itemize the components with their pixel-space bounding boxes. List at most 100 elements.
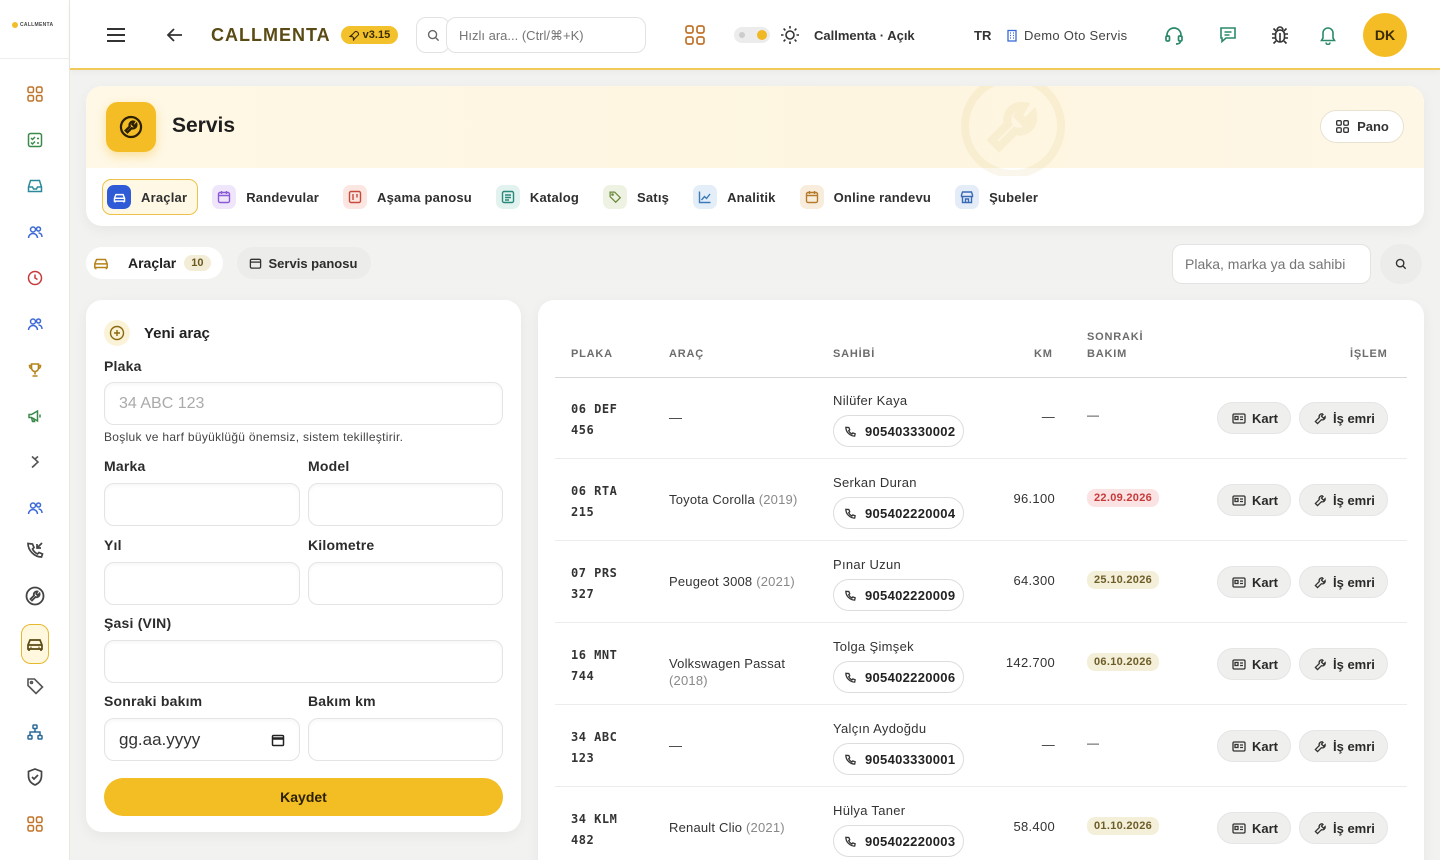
phone-icon bbox=[845, 672, 856, 683]
theme-switch[interactable] bbox=[734, 27, 770, 43]
bell-icon bbox=[1320, 27, 1336, 45]
rail-item-users[interactable] bbox=[22, 219, 48, 245]
company-switcher[interactable]: Demo Oto Servis bbox=[1006, 0, 1127, 70]
model-input[interactable] bbox=[308, 483, 503, 526]
tab-vehicles[interactable]: Araçlar bbox=[102, 179, 199, 215]
service-km-input[interactable] bbox=[308, 718, 503, 761]
rail-item-campaigns[interactable] bbox=[22, 403, 48, 429]
rail-item-calls[interactable] bbox=[22, 537, 48, 563]
owner-name[interactable]: Tolga Şimşek bbox=[833, 639, 914, 654]
owner-name[interactable]: Nilüfer Kaya bbox=[833, 393, 907, 408]
plate-input[interactable]: 34 ABC 123 bbox=[104, 382, 503, 425]
tab-branches[interactable]: Şubeler bbox=[951, 179, 1048, 215]
theme-toggle[interactable] bbox=[734, 0, 770, 70]
rail-item-security[interactable] bbox=[22, 764, 48, 790]
card-button[interactable]: Kart bbox=[1217, 730, 1292, 762]
apps-launcher-button[interactable] bbox=[684, 0, 706, 70]
calendar-icon[interactable] bbox=[271, 733, 285, 747]
calendar-icon bbox=[212, 185, 237, 209]
vehicles-chip[interactable]: Araçlar 10 bbox=[86, 247, 223, 279]
user-avatar[interactable]: DK bbox=[1363, 13, 1407, 57]
next-service-date-input[interactable]: gg.aa.yyyy bbox=[104, 718, 300, 761]
arrow-left-icon bbox=[166, 28, 182, 42]
work-order-button[interactable]: İş emri bbox=[1299, 402, 1388, 434]
rail-item-apps[interactable] bbox=[22, 811, 48, 837]
card-button[interactable]: Kart bbox=[1217, 812, 1292, 844]
rail-item-pricing[interactable] bbox=[22, 673, 48, 699]
phone-chip[interactable]: 905403330002 bbox=[833, 415, 965, 447]
work-order-button[interactable]: İş emri bbox=[1299, 484, 1388, 516]
new-vehicle-form: Yeni araç Plaka 34 ABC 123 Boşluk ve har… bbox=[86, 300, 521, 832]
phone-chip[interactable]: 905402220003 bbox=[833, 825, 965, 857]
work-order-button[interactable]: İş emri bbox=[1299, 730, 1388, 762]
table-row[interactable]: 07 PRS 327 Peugeot 3008 (2021) Pınar Uzu… bbox=[555, 541, 1407, 623]
phone-chip[interactable]: 905402220004 bbox=[833, 497, 965, 529]
work-order-button[interactable]: İş emri bbox=[1299, 812, 1388, 844]
menu-button[interactable] bbox=[106, 0, 126, 70]
back-button[interactable] bbox=[166, 0, 184, 70]
wrench-icon bbox=[1314, 412, 1326, 425]
service-board-button[interactable]: Servis panosu bbox=[236, 247, 372, 279]
table-row[interactable]: 16 MNT 744 Volkswagen Passat (2018) Tolg… bbox=[555, 623, 1407, 705]
owner-name[interactable]: Hülya Taner bbox=[833, 803, 905, 818]
rail-logo[interactable]: CALLMENTA bbox=[12, 22, 53, 28]
notifications-button[interactable] bbox=[1319, 0, 1337, 70]
brand[interactable]: CALLMENTA v3.15 bbox=[211, 0, 399, 70]
search-icon bbox=[1395, 258, 1407, 270]
work-order-button[interactable]: İş emri bbox=[1299, 648, 1388, 680]
rail-item-service[interactable] bbox=[22, 583, 48, 609]
rail-item-contacts[interactable] bbox=[22, 495, 48, 521]
save-button[interactable]: Kaydet bbox=[104, 778, 503, 816]
vin-input[interactable] bbox=[104, 640, 503, 683]
pano-button[interactable]: Pano bbox=[1320, 110, 1404, 143]
phone-chip[interactable]: 905402220006 bbox=[833, 661, 965, 693]
tab-analytics[interactable]: Analitik bbox=[689, 179, 786, 215]
messages-button[interactable] bbox=[1218, 0, 1238, 70]
status-indicator[interactable]: Callmenta · Açık bbox=[814, 0, 915, 70]
quick-search-input[interactable] bbox=[446, 17, 646, 53]
table-row[interactable]: 34 ABC 123 — Yalçın Aydoğdu 905403330001… bbox=[555, 705, 1407, 787]
rail-item-vehicles[interactable] bbox=[21, 624, 49, 664]
support-button[interactable] bbox=[1163, 0, 1185, 70]
next-service-badge: 06.10.2026 bbox=[1087, 653, 1160, 671]
tab-online-appointment[interactable]: Online randevu bbox=[796, 179, 941, 215]
owner-name[interactable]: Yalçın Aydoğdu bbox=[833, 721, 926, 736]
rail-item-org[interactable] bbox=[22, 719, 48, 745]
rail-item-dashboard[interactable] bbox=[22, 81, 48, 107]
tab-catalog[interactable]: Katalog bbox=[492, 179, 589, 215]
wrench-icon bbox=[119, 115, 143, 139]
work-order-button[interactable]: İş emri bbox=[1299, 566, 1388, 598]
phone-chip[interactable]: 905403330001 bbox=[833, 743, 965, 775]
card-button[interactable]: Kart bbox=[1217, 484, 1292, 516]
language-switcher[interactable]: TR bbox=[974, 0, 991, 70]
rail-item-inbox[interactable] bbox=[22, 173, 48, 199]
rail-item-history[interactable] bbox=[22, 265, 48, 291]
table-row[interactable]: 06 RTA 215 Toyota Corolla (2019) Serkan … bbox=[555, 459, 1407, 541]
bug-report-button[interactable] bbox=[1269, 0, 1291, 70]
column-header-owner: SAHİBİ bbox=[833, 348, 876, 360]
vehicle-search-button[interactable] bbox=[1380, 244, 1422, 284]
plate-cell: 34 KLM 482 bbox=[571, 812, 618, 847]
rail-item-integrations[interactable] bbox=[22, 449, 48, 475]
year-input[interactable] bbox=[104, 562, 300, 605]
phone-chip[interactable]: 905402220009 bbox=[833, 579, 965, 611]
inbox-icon bbox=[27, 179, 43, 193]
card-button[interactable]: Kart bbox=[1217, 648, 1292, 680]
tab-appointments[interactable]: Randevular bbox=[208, 179, 329, 215]
tab-sales[interactable]: Satış bbox=[599, 179, 679, 215]
table-row[interactable]: 34 KLM 482 Renault Clio (2021) Hülya Tan… bbox=[555, 787, 1407, 860]
kilometer-input[interactable] bbox=[308, 562, 503, 605]
vehicle-search-input[interactable] bbox=[1172, 244, 1371, 284]
brand-input[interactable] bbox=[104, 483, 300, 526]
rail-item-goals[interactable] bbox=[22, 357, 48, 383]
owner-name[interactable]: Serkan Duran bbox=[833, 475, 917, 490]
rail-item-team[interactable] bbox=[22, 311, 48, 337]
rail-item-tasks[interactable] bbox=[22, 127, 48, 153]
card-button[interactable]: Kart bbox=[1217, 566, 1292, 598]
card-button[interactable]: Kart bbox=[1217, 402, 1292, 434]
owner-name[interactable]: Pınar Uzun bbox=[833, 557, 901, 572]
table-row[interactable]: 06 DEF 456 — Nilüfer Kaya 905403330002 —… bbox=[555, 377, 1407, 459]
tab-stage-board[interactable]: Aşama panosu bbox=[339, 179, 482, 215]
phone-icon bbox=[845, 590, 856, 601]
search-scope-button[interactable] bbox=[416, 17, 450, 53]
